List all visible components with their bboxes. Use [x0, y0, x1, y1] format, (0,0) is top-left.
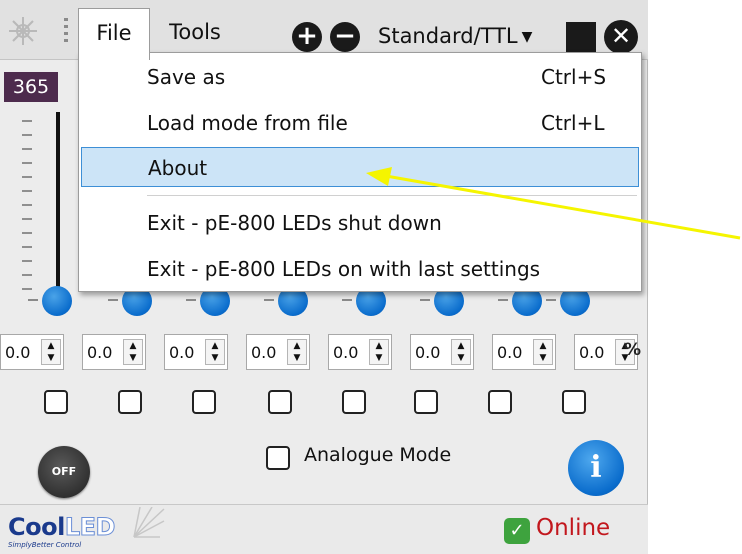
- spin-arrows-icon[interactable]: ▲ ▼: [533, 339, 553, 365]
- menu-item-label: Exit - pE-800 LEDs shut down: [147, 211, 442, 235]
- slider-scale: [22, 120, 32, 290]
- intensity-value: 0.0: [579, 343, 605, 362]
- channel-enable-checkbox[interactable]: [562, 390, 586, 414]
- slider-tick: [28, 299, 38, 301]
- intensity-spinbox[interactable]: 0.0 ▲ ▼: [82, 334, 146, 370]
- menu-separator: [147, 195, 637, 196]
- intensity-spinbox[interactable]: 0.0 ▲ ▼: [492, 334, 556, 370]
- channel-enable-checkbox[interactable]: [488, 390, 512, 414]
- menu-item-load-mode[interactable]: Load mode from file Ctrl+L: [79, 103, 641, 143]
- channel-enable-checkbox[interactable]: [268, 390, 292, 414]
- intensity-spinbox[interactable]: 0.0 ▲ ▼: [328, 334, 392, 370]
- menu-item-exit-keep-on[interactable]: Exit - pE-800 LEDs on with last settings: [79, 249, 641, 289]
- analogue-mode-checkbox[interactable]: [266, 446, 290, 470]
- slider-tick: [108, 299, 118, 301]
- menu-item-label: Save as: [147, 65, 226, 89]
- toolbar-grip[interactable]: [64, 18, 68, 42]
- menu-file[interactable]: File: [78, 8, 150, 60]
- intensity-value: 0.0: [333, 343, 359, 362]
- slider-knob[interactable]: [42, 286, 72, 316]
- spin-arrows-icon[interactable]: ▲ ▼: [205, 339, 225, 365]
- brand-tagline: SimplyBetter Control: [8, 541, 82, 549]
- intensity-spinbox[interactable]: 0.0 ▲ ▼: [410, 334, 474, 370]
- plus-circle-icon[interactable]: +: [292, 22, 322, 52]
- minimize-button[interactable]: [566, 22, 596, 52]
- menu-item-shortcut: Ctrl+L: [541, 111, 605, 135]
- menu-item-shortcut: Ctrl+S: [541, 65, 607, 89]
- menu-item-label: Load mode from file: [147, 111, 348, 135]
- spin-arrows-icon[interactable]: ▲ ▼: [287, 339, 307, 365]
- intensity-value: 0.0: [169, 343, 195, 362]
- slider-tick: [264, 299, 274, 301]
- slider-tick: [186, 299, 196, 301]
- spin-arrows-icon[interactable]: ▲ ▼: [123, 339, 143, 365]
- spin-arrows-icon[interactable]: ▲ ▼: [41, 339, 61, 365]
- analogue-mode-label: Analogue Mode: [304, 444, 452, 466]
- info-button[interactable]: i: [568, 440, 624, 496]
- channel-enable-checkbox[interactable]: [192, 390, 216, 414]
- logo-burst-icon: [133, 507, 165, 538]
- intensity-spinbox[interactable]: 0.0 ▲ ▼: [0, 334, 64, 370]
- off-button[interactable]: OFF: [38, 446, 90, 498]
- close-circle-icon[interactable]: ✕: [604, 20, 638, 54]
- app-logo-icon[interactable]: [6, 14, 40, 48]
- slider-tick: [498, 299, 508, 301]
- chevron-down-icon: ▼: [521, 29, 533, 45]
- channel-enable-checkbox[interactable]: [44, 390, 68, 414]
- status-text: Online: [536, 515, 611, 541]
- intensity-value: 0.0: [415, 343, 441, 362]
- slider-tick: [420, 299, 430, 301]
- intensity-value: 0.0: [251, 343, 277, 362]
- slider-tick: [546, 299, 556, 301]
- menu-item-label: Exit - pE-800 LEDs on with last settings: [147, 257, 541, 281]
- intensity-value: 0.0: [5, 343, 31, 362]
- menu-item-label: About: [148, 156, 208, 180]
- title-bar: File Tools + − Standard/TTL ▼ ✕: [0, 0, 648, 60]
- brand-cool: Cool: [8, 513, 65, 541]
- checkmark-icon: ✓: [504, 518, 530, 544]
- slider-tick: [342, 299, 352, 301]
- minus-circle-icon[interactable]: −: [330, 22, 360, 52]
- brand-led: LED: [64, 513, 116, 542]
- channel-enable-checkbox[interactable]: [414, 390, 438, 414]
- menu-item-about[interactable]: About: [81, 147, 639, 187]
- slider-track[interactable]: [56, 112, 60, 298]
- percent-unit: %: [624, 340, 642, 360]
- app-window: File Tools + − Standard/TTL ▼ ✕ 365 0.0 ▲ ▼…: [0, 0, 648, 554]
- coolled-logo: CoolLED SimplyBetter Control: [8, 507, 165, 549]
- intensity-spinbox[interactable]: 0.0 ▲ ▼: [246, 334, 310, 370]
- mode-dropdown[interactable]: Standard/TTL ▼: [378, 20, 558, 54]
- spin-arrows-icon[interactable]: ▲ ▼: [369, 339, 389, 365]
- spin-arrows-icon[interactable]: ▲ ▼: [451, 339, 471, 365]
- intensity-spinbox[interactable]: 0.0 ▲ ▼: [164, 334, 228, 370]
- intensity-value: 0.0: [497, 343, 523, 362]
- channel-enable-checkbox[interactable]: [118, 390, 142, 414]
- channel-enable-checkbox[interactable]: [342, 390, 366, 414]
- mode-value: Standard/TTL: [378, 24, 518, 48]
- menu-item-exit-shutdown[interactable]: Exit - pE-800 LEDs shut down: [79, 203, 641, 243]
- intensity-value: 0.0: [87, 343, 113, 362]
- file-menu-dropdown: Save as Ctrl+S Load mode from file Ctrl+…: [78, 52, 642, 292]
- wavelength-label: 365: [4, 72, 58, 102]
- footer: CoolLED SimplyBetter Control ✓ Online: [0, 504, 648, 554]
- menu-item-save-as[interactable]: Save as Ctrl+S: [79, 57, 641, 97]
